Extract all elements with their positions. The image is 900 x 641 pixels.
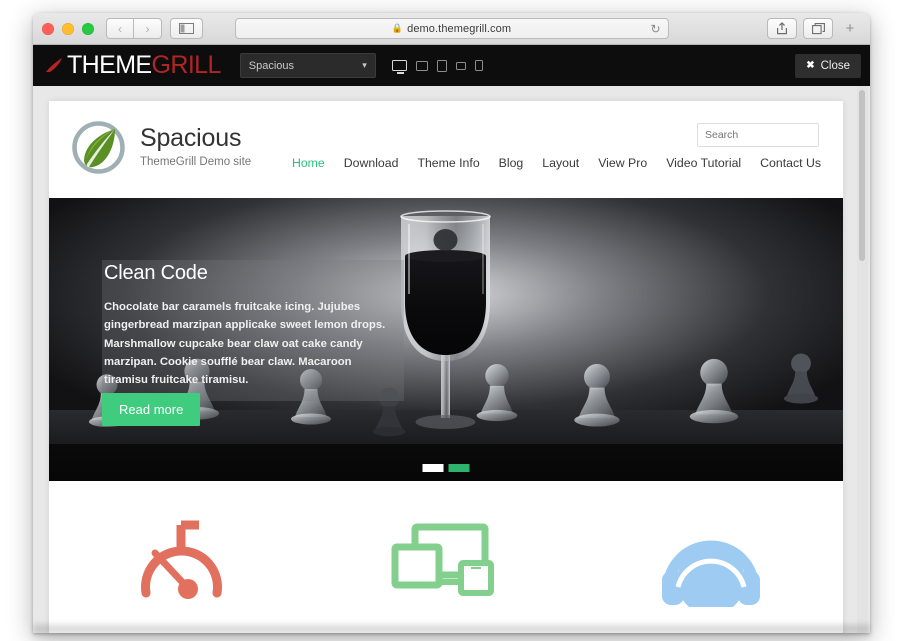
close-button-label: Close — [820, 59, 850, 72]
logo-theme-text: THEME — [67, 51, 152, 79]
window-close-button[interactable] — [42, 22, 54, 35]
chevron-left-icon: ‹ — [118, 21, 122, 36]
nav-item-layout[interactable]: Layout — [542, 156, 579, 170]
responsive-devices-icon — [391, 523, 494, 596]
hero-slider: Clean Code Chocolate bar caramels fruitc… — [49, 198, 843, 481]
window-maximize-button[interactable] — [82, 22, 94, 35]
device-tablet-landscape-icon[interactable] — [415, 60, 428, 71]
address-url-text: demo.themegrill.com — [407, 22, 512, 35]
plus-icon: + — [845, 20, 855, 37]
tabs-icon — [811, 22, 825, 34]
device-phone-portrait-icon[interactable] — [474, 60, 483, 71]
back-button[interactable]: ‹ — [106, 18, 134, 39]
nav-item-download[interactable]: Download — [344, 156, 399, 170]
site-header: Spacious ThemeGrill Demo site Home — [49, 101, 843, 198]
hero-description: Chocolate bar caramels fruitcake icing. … — [104, 301, 386, 387]
lock-icon: 🔒 — [391, 23, 404, 33]
preview-scrollbar-track[interactable] — [857, 86, 868, 633]
nav-item-view-pro[interactable]: View Pro — [598, 156, 647, 170]
preview-scrollbar-thumb[interactable] — [859, 90, 865, 261]
device-preview-group — [391, 59, 483, 74]
feature-item-support[interactable] — [578, 519, 843, 621]
browser-window: ‹ › 🔒 demo.themegrill.com ↻ + THEME GRIL… — [33, 13, 870, 633]
nav-item-theme-info[interactable]: Theme Info — [417, 156, 479, 170]
hero-title: Clean Code — [104, 262, 208, 284]
hero-caption: Clean Code Chocolate bar caramels fruitc… — [102, 260, 404, 402]
flame-icon — [44, 55, 66, 77]
address-bar[interactable]: 🔒 demo.themegrill.com ↻ — [234, 18, 669, 39]
share-icon — [777, 22, 787, 35]
address-bar-container: 🔒 demo.themegrill.com ↻ — [234, 18, 669, 39]
sidebar-icon — [179, 23, 194, 34]
nav-item-contact-us[interactable]: Contact Us — [760, 156, 821, 170]
site-navigation: Home Download Theme Info Blog Layout Vie… — [292, 156, 821, 170]
features-section — [49, 481, 843, 621]
new-tab-button[interactable]: + — [839, 18, 861, 39]
browser-titlebar: ‹ › 🔒 demo.themegrill.com ↻ + — [33, 13, 870, 45]
themegrill-logo[interactable]: THEME GRILL — [44, 51, 221, 80]
headphones-icon — [661, 540, 760, 607]
leaf-logo-icon — [71, 120, 126, 175]
chevron-right-icon: › — [145, 21, 150, 36]
hero-slider-pagination — [422, 464, 470, 472]
website-page: Spacious ThemeGrill Demo site Home — [49, 101, 843, 633]
preview-viewport: Spacious ThemeGrill Demo site Home — [33, 86, 870, 633]
slider-dot-2[interactable] — [448, 464, 470, 472]
device-desktop-icon[interactable] — [391, 60, 407, 74]
reload-icon[interactable]: ↻ — [650, 23, 660, 35]
chevron-down-icon: ▾ — [362, 60, 367, 70]
sidebar-toggle-button[interactable] — [170, 18, 203, 39]
hero-read-more-button[interactable]: Read more — [102, 393, 201, 426]
nav-item-blog[interactable]: Blog — [499, 156, 524, 170]
feature-item-speed[interactable] — [49, 519, 314, 621]
slider-dot-1[interactable] — [422, 464, 444, 472]
site-tagline: ThemeGrill Demo site — [140, 155, 252, 168]
show-tabs-button[interactable] — [803, 18, 833, 39]
theme-select-dropdown[interactable]: Spacious ▾ — [239, 53, 376, 78]
nav-item-home[interactable]: Home — [292, 156, 325, 170]
feature-item-responsive[interactable] — [314, 519, 579, 621]
window-drop-shadow — [33, 625, 870, 641]
device-tablet-portrait-icon[interactable] — [436, 59, 447, 72]
search-input[interactable] — [698, 124, 818, 146]
traffic-lights — [42, 22, 94, 35]
logo-grill-text: GRILL — [151, 51, 222, 79]
nav-item-video-tutorial[interactable]: Video Tutorial — [666, 156, 741, 170]
speedometer-icon — [141, 520, 223, 599]
share-button[interactable] — [767, 18, 797, 39]
device-phone-landscape-icon[interactable] — [455, 61, 466, 70]
close-customizer-button[interactable]: ✖ Close — [795, 53, 861, 78]
window-minimize-button[interactable] — [62, 22, 74, 35]
search-box — [697, 123, 819, 147]
close-x-icon: ✖ — [806, 59, 815, 71]
forward-button[interactable]: › — [134, 18, 162, 39]
theme-select-value: Spacious — [248, 59, 295, 72]
browser-nav-buttons: ‹ › — [106, 18, 162, 39]
site-title: Spacious — [140, 124, 242, 153]
themegrill-toolbar: THEME GRILL Spacious ▾ ✖ Close — [33, 45, 870, 86]
browser-right-buttons: + — [767, 18, 861, 39]
